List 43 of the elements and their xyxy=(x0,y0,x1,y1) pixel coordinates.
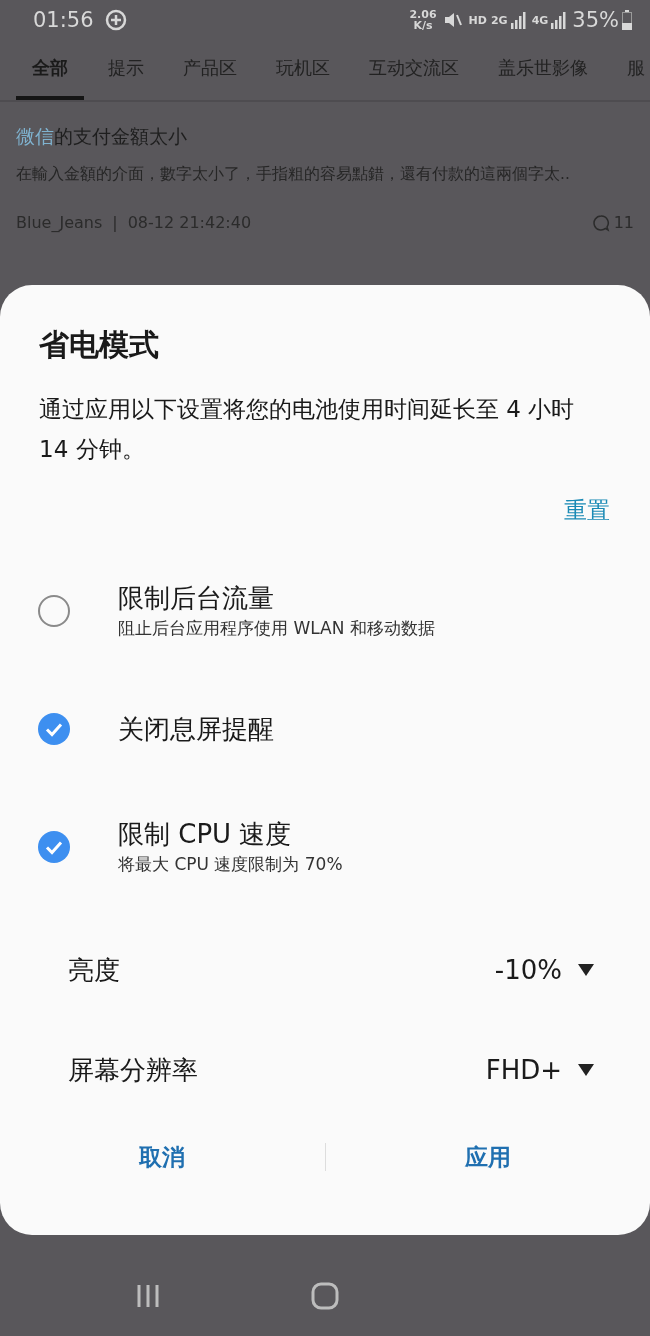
home-icon[interactable] xyxy=(311,1281,339,1310)
category-tab[interactable]: 提示 xyxy=(92,40,160,100)
dropdown-icon[interactable] xyxy=(578,1064,594,1076)
setting-label: 亮度 xyxy=(68,953,120,987)
option-description: 将最大 CPU 速度限制为 70% xyxy=(118,853,343,876)
checkbox[interactable] xyxy=(38,595,70,627)
battery-level: 35% xyxy=(572,8,619,32)
category-tab[interactable]: 盖乐世影像 xyxy=(482,40,604,100)
post-title[interactable]: 微信的支付金額太小 xyxy=(16,124,634,150)
hd-label: HD xyxy=(468,14,487,26)
clock: 01:56 xyxy=(33,8,94,32)
battery-icon xyxy=(622,10,632,30)
dialog-description: 通过应用以下设置将您的电池使用时间延长至 4 小时 14 分钟。 xyxy=(39,395,576,464)
option-label: 限制 CPU 速度 xyxy=(118,818,293,851)
checkbox[interactable] xyxy=(38,831,70,863)
separator: | xyxy=(112,213,118,232)
signal-icon xyxy=(509,11,526,29)
category-tab[interactable]: 全部 xyxy=(16,40,84,100)
option-label: 限制后台流量 xyxy=(118,582,275,615)
checkbox[interactable] xyxy=(38,713,70,745)
signal-icon xyxy=(550,11,567,29)
option-label: 关闭息屏提醒 xyxy=(118,713,274,746)
dialog-title: 省电模式 xyxy=(39,326,160,364)
net-unit: K/s xyxy=(413,20,433,31)
option-description: 阻止后台应用程序使用 WLAN 和移动数据 xyxy=(118,617,435,640)
dialog-button[interactable]: 应用 xyxy=(325,1127,650,1187)
net-speed: 2.06 xyxy=(409,9,437,20)
category-tab[interactable]: 产品区 xyxy=(167,40,253,100)
network-type: 2G xyxy=(490,14,508,26)
network-type: 4G xyxy=(531,14,549,26)
category-tab[interactable]: 互动交流区 xyxy=(353,40,475,100)
category-tab[interactable]: 服 xyxy=(611,40,650,100)
recent-apps-icon[interactable] xyxy=(135,1282,161,1309)
dialog-button[interactable]: 取消 xyxy=(0,1127,325,1187)
reset-link[interactable]: 重置 xyxy=(564,495,610,526)
setting-label: 屏幕分辨率 xyxy=(68,1053,198,1087)
mute-icon xyxy=(442,10,463,30)
category-tab[interactable]: 玩机区 xyxy=(260,40,346,100)
status-icon xyxy=(103,8,128,32)
setting-value[interactable]: FHD+ xyxy=(485,1055,562,1085)
setting-value[interactable]: -10% xyxy=(494,955,562,985)
dropdown-icon[interactable] xyxy=(578,964,594,976)
comment-icon xyxy=(591,213,610,232)
